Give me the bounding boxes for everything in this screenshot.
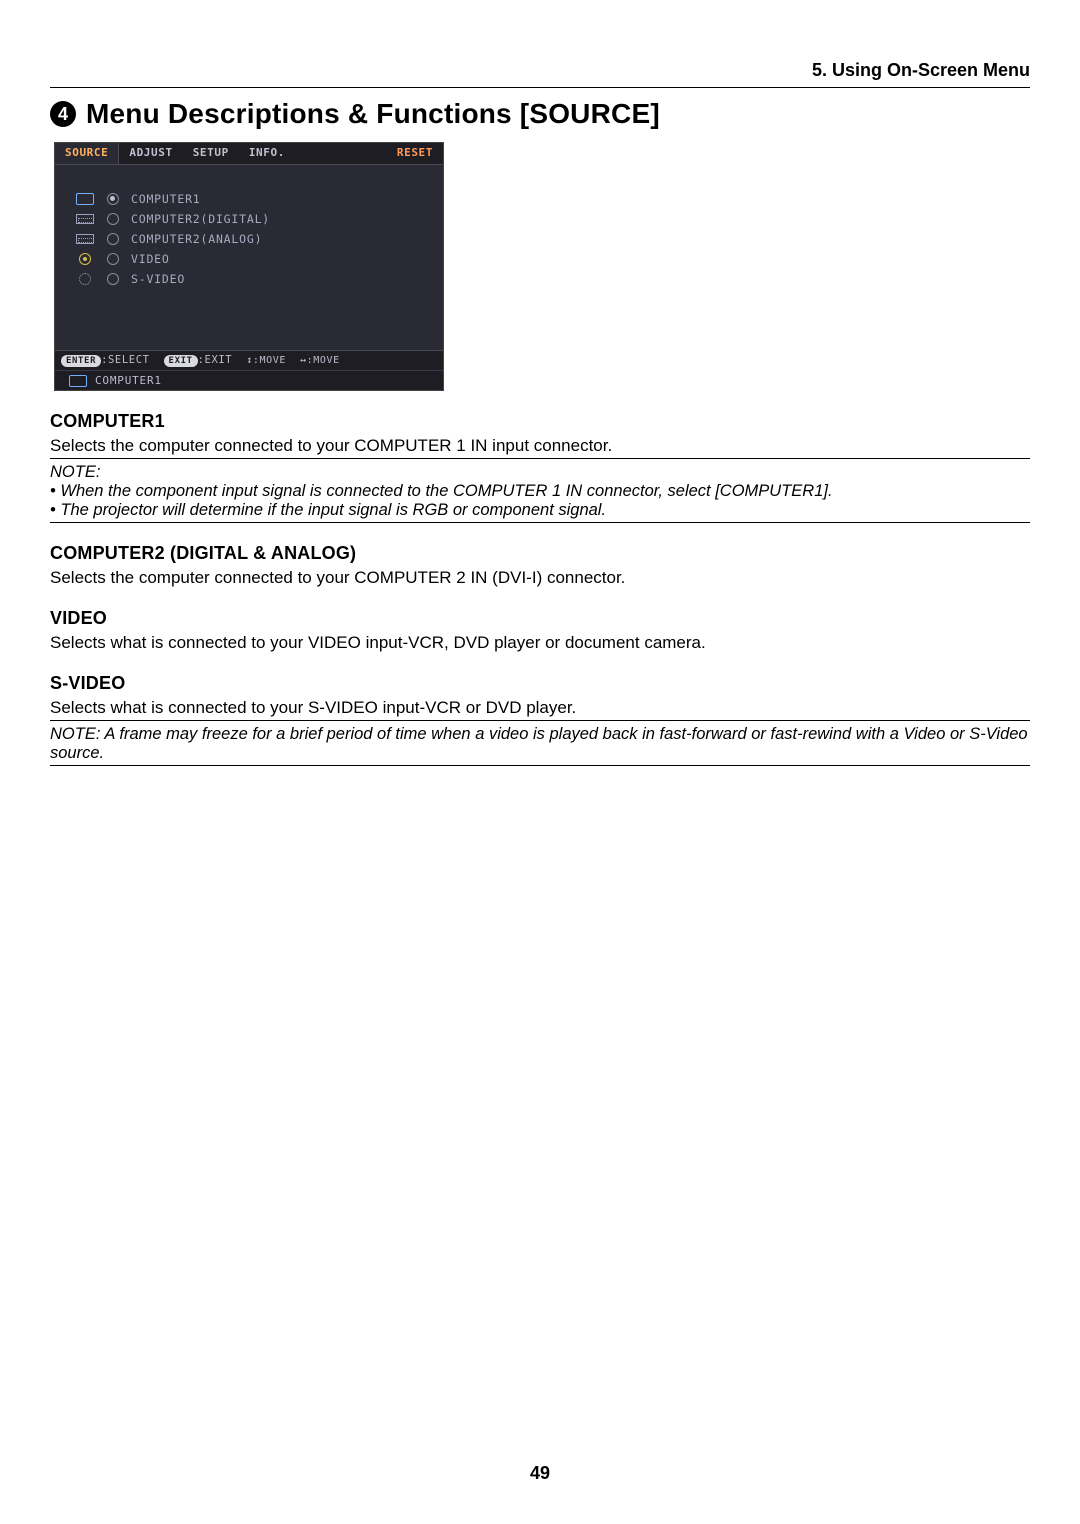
- section-body: Selects the computer connected to your C…: [50, 568, 1030, 588]
- osd-tab-reset[interactable]: RESET: [387, 143, 443, 164]
- radio-icon: [107, 253, 119, 265]
- page-number: 49: [0, 1463, 1080, 1484]
- osd-item-label: COMPUTER2(ANALOG): [131, 232, 262, 246]
- osd-item-label: COMPUTER2(DIGITAL): [131, 212, 270, 226]
- section-heading-svideo: S-VIDEO: [50, 673, 1030, 694]
- section-heading-video: VIDEO: [50, 608, 1030, 629]
- section-heading-computer1: COMPUTER1: [50, 411, 1030, 432]
- osd-tab-adjust[interactable]: ADJUST: [119, 143, 182, 164]
- osd-source-item[interactable]: COMPUTER2(ANALOG): [75, 229, 433, 249]
- move-updown-hint: ↕:MOVE: [246, 355, 286, 366]
- osd-source-item[interactable]: COMPUTER1: [75, 189, 433, 209]
- move-leftright-hint: ↔:MOVE: [300, 355, 340, 366]
- section-body: Selects what is connected to your S-VIDE…: [50, 698, 1030, 718]
- section-body: Selects what is connected to your VIDEO …: [50, 633, 1030, 653]
- osd-tab-info[interactable]: INFO.: [239, 143, 295, 164]
- radio-selected-icon: [107, 193, 119, 205]
- osd-tab-setup[interactable]: SETUP: [183, 143, 239, 164]
- note-heading: NOTE:: [50, 463, 1030, 482]
- divider: [50, 87, 1030, 88]
- osd-screenshot: SOURCE ADJUST SETUP INFO. RESET COMPUTER…: [54, 142, 444, 391]
- divider: [50, 720, 1030, 721]
- osd-source-item[interactable]: COMPUTER2(DIGITAL): [75, 209, 433, 229]
- osd-item-label: COMPUTER1: [131, 192, 201, 206]
- osd-tab-source[interactable]: SOURCE: [55, 143, 119, 164]
- enter-pill-icon: ENTER: [61, 355, 101, 367]
- radio-icon: [107, 273, 119, 285]
- divider: [50, 765, 1030, 766]
- osd-item-label: VIDEO: [131, 252, 170, 266]
- osd-status-label: COMPUTER1: [95, 374, 162, 387]
- osd-hint-bar: ENTER:SELECT EXIT:EXIT ↕:MOVE ↔:MOVE: [55, 350, 443, 370]
- osd-tab-row: SOURCE ADJUST SETUP INFO. RESET: [55, 143, 443, 165]
- section-number-badge: 4: [50, 101, 76, 127]
- osd-source-item[interactable]: VIDEO: [75, 249, 433, 269]
- note-item: When the component input signal is conne…: [50, 482, 1030, 501]
- osd-source-item[interactable]: S-VIDEO: [75, 269, 433, 289]
- enter-hint: :SELECT: [101, 354, 149, 366]
- chapter-heading: 5. Using On-Screen Menu: [50, 60, 1030, 81]
- section-heading-computer2: COMPUTER2 (DIGITAL & ANALOG): [50, 543, 1030, 564]
- radio-icon: [107, 233, 119, 245]
- monitor-icon: [75, 192, 95, 206]
- osd-item-label: S-VIDEO: [131, 272, 185, 286]
- note-item: The projector will determine if the inpu…: [50, 501, 1030, 520]
- exit-pill-icon: EXIT: [164, 355, 198, 367]
- composite-icon: [75, 252, 95, 266]
- radio-icon: [107, 213, 119, 225]
- exit-hint: :EXIT: [198, 354, 233, 366]
- note-item: NOTE: A frame may freeze for a brief per…: [50, 725, 1030, 763]
- monitor-icon: [69, 375, 87, 387]
- dvi-icon: [75, 212, 95, 226]
- dvi-icon: [75, 232, 95, 246]
- page-title: Menu Descriptions & Functions [SOURCE]: [86, 98, 660, 130]
- svideo-icon: [75, 272, 95, 286]
- osd-status-bar: COMPUTER1: [55, 370, 443, 390]
- divider: [50, 458, 1030, 459]
- section-body: Selects the computer connected to your C…: [50, 436, 1030, 456]
- divider: [50, 522, 1030, 523]
